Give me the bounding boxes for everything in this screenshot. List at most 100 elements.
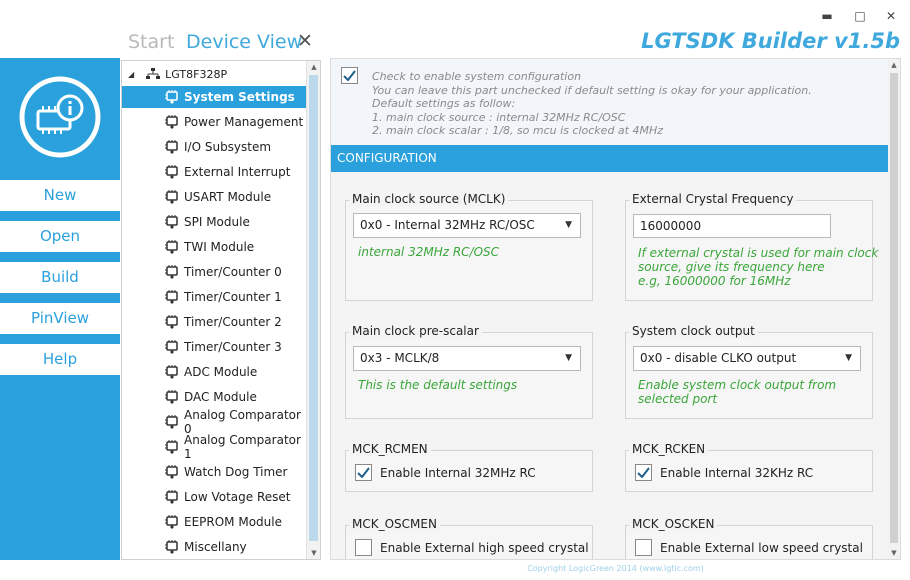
scroll-up-icon[interactable]: ▲ bbox=[888, 59, 900, 71]
tree-item[interactable]: DAC Module bbox=[122, 386, 307, 408]
rcken-checkbox[interactable]: Enable Internal 32KHz RC bbox=[635, 464, 813, 481]
enable-config-checkbox[interactable] bbox=[341, 67, 358, 84]
network-icon bbox=[146, 68, 161, 79]
close-window-button[interactable]: ✕ bbox=[881, 6, 901, 26]
tree-root-label: LGT8F328P bbox=[165, 67, 228, 81]
module-icon bbox=[164, 114, 180, 130]
maximize-button[interactable]: □ bbox=[850, 6, 870, 26]
module-icon bbox=[164, 389, 180, 405]
scroll-down-icon[interactable]: ▼ bbox=[307, 547, 321, 559]
mclk-select-value: 0x0 - Internal 32MHz RC/OSC bbox=[360, 218, 535, 232]
tree-item-label: Timer/Counter 1 bbox=[184, 290, 282, 304]
build-button[interactable]: Build bbox=[0, 262, 120, 293]
tree-item[interactable]: Analog Comparator 0 bbox=[122, 408, 307, 436]
rcmen-title: MCK_RCMEN bbox=[349, 442, 431, 456]
dropdown-arrow-icon: ▼ bbox=[565, 353, 572, 363]
tree-root[interactable]: ◢ LGT8F328P bbox=[128, 65, 227, 83]
tree-item-label: Analog Comparator 1 bbox=[184, 433, 301, 461]
tree-item[interactable]: EEPROM Module bbox=[122, 511, 307, 533]
tree-item-label: External Interrupt bbox=[184, 165, 291, 179]
oscmen-title: MCK_OSCMEN bbox=[349, 517, 440, 531]
tree-item[interactable]: Timer/Counter 0 bbox=[122, 261, 307, 283]
tree-item[interactable]: Timer/Counter 3 bbox=[122, 336, 307, 358]
mclk-select[interactable]: 0x0 - Internal 32MHz RC/OSC ▼ bbox=[353, 213, 581, 238]
info-line: You can leave this part unchecked if def… bbox=[372, 83, 812, 97]
module-icon bbox=[164, 164, 180, 180]
new-button[interactable]: New bbox=[0, 180, 120, 211]
tree-item[interactable]: Timer/Counter 2 bbox=[122, 311, 307, 333]
info-line: 2. main clock scalar : 1/8, so mcu is cl… bbox=[372, 124, 664, 137]
check-icon bbox=[357, 467, 370, 478]
module-icon bbox=[164, 364, 180, 380]
open-button[interactable]: Open bbox=[0, 221, 120, 252]
tab-start[interactable]: Start bbox=[128, 31, 174, 53]
prescalar-select[interactable]: 0x3 - MCLK/8 ▼ bbox=[353, 346, 581, 371]
help-button[interactable]: Help bbox=[0, 344, 120, 375]
tree-item-label: Low Votage Reset bbox=[184, 490, 291, 504]
module-icon bbox=[164, 214, 180, 230]
content-scroll-thumb[interactable] bbox=[890, 73, 898, 543]
tree-item-label: I/O Subsystem bbox=[184, 140, 272, 154]
dropdown-arrow-icon: ▼ bbox=[845, 353, 852, 363]
clkout-select[interactable]: 0x0 - disable CLKO output ▼ bbox=[633, 346, 861, 371]
module-icon bbox=[164, 489, 180, 505]
mclk-title: Main clock source (MCLK) bbox=[349, 192, 509, 206]
scroll-up-icon[interactable]: ▲ bbox=[307, 61, 321, 73]
info-line: Default settings as follow: bbox=[372, 97, 516, 110]
crystal-frequency-input[interactable]: 16000000 bbox=[633, 214, 831, 238]
tree-item-label: Miscellany bbox=[184, 540, 247, 554]
clkout-title: System clock output bbox=[629, 324, 758, 338]
tree-item-label: DAC Module bbox=[184, 390, 257, 404]
module-icon bbox=[164, 314, 180, 330]
prescalar-select-value: 0x3 - MCLK/8 bbox=[360, 351, 440, 365]
tab-device-view[interactable]: Device View bbox=[186, 31, 302, 53]
module-icon bbox=[164, 139, 180, 155]
checkbox-box[interactable] bbox=[635, 539, 652, 556]
collapse-icon[interactable]: ◢ bbox=[128, 70, 134, 79]
tree-item-label: TWI Module bbox=[184, 240, 255, 254]
oscken-checkbox[interactable]: Enable External low speed crystal bbox=[635, 539, 863, 556]
rcmen-checkbox[interactable]: Enable Internal 32MHz RC bbox=[355, 464, 536, 481]
oscken-label: Enable External low speed crystal bbox=[660, 540, 863, 555]
info-line: Check to enable system configuration bbox=[372, 70, 582, 83]
tree-scrollbar[interactable]: ▲ ▼ bbox=[306, 61, 320, 559]
tree-item[interactable]: I/O Subsystem bbox=[122, 136, 307, 158]
tree-item[interactable]: USART Module bbox=[122, 186, 307, 208]
tree-item[interactable]: System Settings bbox=[122, 86, 307, 108]
content-scrollbar[interactable]: ▲ ▼ bbox=[888, 59, 900, 559]
module-icon bbox=[164, 464, 180, 480]
tree-item[interactable]: SPI Module bbox=[122, 211, 307, 233]
module-icon bbox=[164, 239, 180, 255]
tree-item[interactable]: Watch Dog Timer bbox=[122, 461, 307, 483]
prescalar-title: Main clock pre-scalar bbox=[349, 324, 482, 338]
checkbox-box[interactable] bbox=[635, 464, 652, 481]
oscken-title: MCK_OSCKEN bbox=[629, 517, 718, 531]
tree-item-label: Analog Comparator 0 bbox=[184, 408, 301, 436]
tree-item[interactable]: ADC Module bbox=[122, 361, 307, 383]
tree-item[interactable]: TWI Module bbox=[122, 236, 307, 258]
tree-item[interactable]: Miscellany bbox=[122, 536, 307, 558]
hint-line: e.g, 16000000 for 16MHz bbox=[638, 274, 791, 288]
module-icon bbox=[164, 339, 180, 355]
configuration-header: CONFIGURATION bbox=[331, 145, 900, 172]
module-icon bbox=[164, 189, 180, 205]
check-icon bbox=[637, 467, 650, 478]
tree-item[interactable]: Analog Comparator 1 bbox=[122, 433, 307, 461]
scroll-down-icon[interactable]: ▼ bbox=[888, 547, 900, 559]
tree-item-label: Timer/Counter 3 bbox=[184, 340, 282, 354]
clkout-hint: Enable system clock output from selected… bbox=[638, 378, 836, 406]
mclk-hint: internal 32MHz RC/OSC bbox=[358, 245, 500, 259]
tree-item[interactable]: Power Management bbox=[122, 111, 307, 133]
pinview-button[interactable]: PinView bbox=[0, 303, 120, 334]
checkbox-box[interactable] bbox=[355, 464, 372, 481]
tree-scroll-thumb[interactable] bbox=[309, 75, 318, 541]
info-box: Check to enable system configuration You… bbox=[331, 59, 900, 145]
tree-item[interactable]: External Interrupt bbox=[122, 161, 307, 183]
module-icon bbox=[164, 439, 180, 455]
tree-item[interactable]: Timer/Counter 1 bbox=[122, 286, 307, 308]
checkbox-box[interactable] bbox=[355, 539, 372, 556]
minimize-button[interactable]: ▬ bbox=[817, 6, 837, 26]
tree-item[interactable]: Low Votage Reset bbox=[122, 486, 307, 508]
oscmen-checkbox[interactable]: Enable External high speed crystal bbox=[355, 539, 589, 556]
close-tab-icon[interactable]: ✕ bbox=[297, 30, 313, 52]
